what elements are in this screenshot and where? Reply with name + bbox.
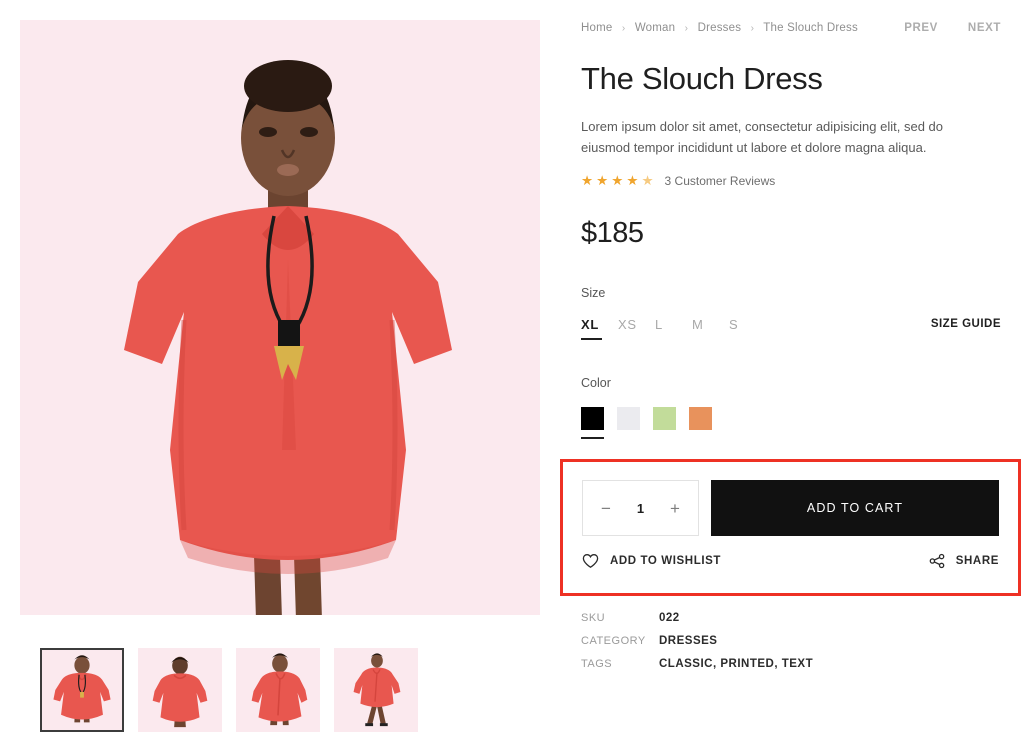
share-button[interactable]: SHARE [929, 553, 999, 569]
color-swatch-green [653, 406, 676, 430]
meta-value: 022 [659, 612, 680, 624]
product-price: $185 [581, 216, 644, 249]
rating: ★ ★ ★ ★ ★ 3 Customer Reviews [581, 174, 1001, 188]
product-meta: SKU 022 CATEGORY DRESSES TAGS CLASSIC, P… [581, 612, 1001, 681]
size-label: Size [581, 285, 606, 300]
wishlist-label: ADD TO WISHLIST [610, 555, 722, 567]
meta-row-sku: SKU 022 [581, 612, 1001, 624]
size-option-xl[interactable]: XL [581, 317, 618, 340]
color-label: Color [581, 375, 611, 390]
cart-footer: ADD TO WISHLIST SHARE [563, 536, 1018, 569]
size-option-l[interactable]: L [655, 317, 692, 340]
color-option-orange[interactable] [689, 406, 712, 439]
color-selector [581, 406, 1001, 439]
add-to-cart-button[interactable]: ADD TO CART [711, 480, 999, 536]
thumbnail-back[interactable] [138, 648, 222, 732]
breadcrumb-item-dresses[interactable]: Dresses [698, 22, 742, 34]
meta-value[interactable]: DRESSES [659, 635, 717, 647]
quantity-decrease-button[interactable]: − [599, 500, 613, 517]
model-photo-front [20, 20, 540, 615]
breadcrumb: Home › Woman › Dresses › The Slouch Dres… [581, 22, 858, 34]
color-option-black[interactable] [581, 406, 604, 439]
cart-row: − 1 + ADD TO CART [563, 462, 1018, 536]
product-details: Home › Woman › Dresses › The Slouch Dres… [560, 0, 1021, 670]
quantity-stepper: − 1 + [582, 480, 699, 536]
breadcrumb-item-home[interactable]: Home [581, 22, 612, 34]
breadcrumb-item-woman[interactable]: Woman [635, 22, 675, 34]
product-nav: PREV NEXT [904, 22, 1001, 34]
star-icon: ★ [596, 172, 609, 188]
prev-product-link[interactable]: PREV [904, 22, 938, 34]
size-selector: XL XS L M S SIZE GUIDE [581, 317, 1001, 340]
size-options: XL XS L M S [581, 317, 766, 340]
size-option-m[interactable]: M [692, 317, 729, 340]
thumbnail-strip [40, 648, 418, 732]
size-option-xs[interactable]: XS [618, 317, 655, 340]
size-guide-link[interactable]: SIZE GUIDE [931, 317, 1001, 330]
thumbnail-image [139, 649, 221, 731]
meta-row-category: CATEGORY DRESSES [581, 635, 1001, 647]
thumbnail-front-with-necklace[interactable] [40, 648, 124, 732]
color-option-white[interactable] [617, 406, 640, 439]
star-icon: ★ [581, 172, 594, 188]
meta-key: CATEGORY [581, 635, 646, 647]
star-icon-half: ★ [641, 172, 654, 188]
thumbnail-image [335, 649, 417, 731]
meta-value[interactable]: CLASSIC, PRINTED, TEXT [659, 658, 813, 670]
quantity-value[interactable]: 1 [637, 501, 644, 516]
product-description: Lorem ipsum dolor sit amet, consectetur … [581, 118, 944, 155]
thumbnail-full-body-walking[interactable] [334, 648, 418, 732]
star-icon: ★ [611, 172, 624, 188]
thumbnail-image [42, 650, 122, 730]
product-page: Home › Woman › Dresses › The Slouch Dres… [0, 0, 1024, 742]
breadcrumb-separator-icon: › [750, 23, 755, 34]
breadcrumb-separator-icon: › [684, 23, 689, 34]
meta-row-tags: TAGS CLASSIC, PRINTED, TEXT [581, 658, 1001, 670]
next-product-link[interactable]: NEXT [968, 22, 1001, 34]
add-to-wishlist-button[interactable]: ADD TO WISHLIST [582, 553, 721, 569]
size-option-s[interactable]: S [729, 317, 766, 340]
heart-icon [582, 554, 599, 568]
color-swatch-white [617, 406, 640, 430]
breadcrumb-separator-icon: › [621, 23, 626, 34]
breadcrumb-item-current: The Slouch Dress [763, 22, 858, 34]
share-icon [929, 553, 945, 569]
details-topbar: Home › Woman › Dresses › The Slouch Dres… [581, 0, 1001, 34]
meta-key: SKU [581, 612, 606, 624]
thumbnail-three-quarter[interactable] [236, 648, 320, 732]
star-icon: ★ [626, 172, 639, 188]
color-swatch-orange [689, 406, 712, 430]
share-label: SHARE [955, 555, 999, 567]
thumbnail-image [237, 649, 319, 731]
color-swatch-black [581, 406, 604, 430]
color-option-green[interactable] [653, 406, 676, 439]
quantity-increase-button[interactable]: + [668, 500, 682, 517]
purchase-section-highlighted: − 1 + ADD TO CART ADD TO WISHLIST SHARE [560, 459, 1021, 596]
meta-key: TAGS [581, 658, 613, 670]
customer-reviews-link[interactable]: 3 Customer Reviews [665, 174, 776, 188]
page-title: The Slouch Dress [581, 61, 823, 96]
hero-image[interactable] [20, 20, 540, 615]
star-rating: ★ ★ ★ ★ ★ [581, 174, 654, 188]
product-gallery [20, 20, 540, 732]
